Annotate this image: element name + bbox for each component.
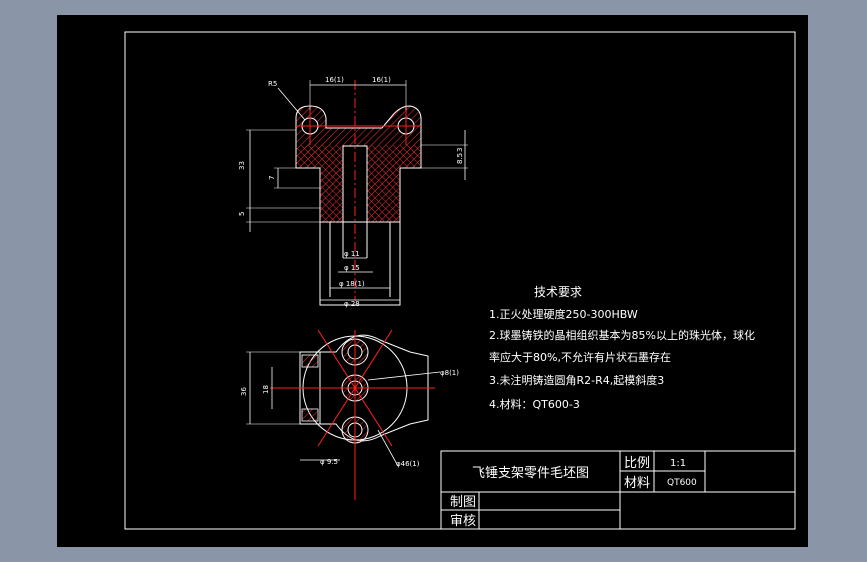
cad-drawing-canvas: 16(1) 16(1) R5 33 7 5 3 8.5 φ 11 φ 15 φ … <box>57 15 808 547</box>
checked-label: 审核 <box>450 514 476 529</box>
tech-req-item-4: 4.材料：QT600-3 <box>489 397 580 411</box>
tech-req-item-2b: 率应大于80%,不允许有片状石墨存在 <box>489 350 671 364</box>
plan-dim-pcd: φ46(1) <box>396 460 420 468</box>
plan-dim-small: φ 9.5 <box>320 458 338 466</box>
tech-req-title: 技术要求 <box>534 285 582 299</box>
plan-dim-center: φ8(1) <box>440 369 459 377</box>
tech-req-item-1: 1.正火处理硬度250-300HBW <box>489 307 638 321</box>
dim-hole-callout: R5 <box>268 80 277 88</box>
drawing-sheet <box>57 15 808 547</box>
dim-top-left: 16(1) <box>325 76 344 84</box>
scale-value: 1:1 <box>670 458 686 469</box>
dim-dia-15: φ 15 <box>344 264 360 272</box>
drawing-name: 飞锤支架零件毛坯图 <box>472 466 589 481</box>
scale-label: 比例 <box>624 456 650 471</box>
dim-height-left: 33 <box>238 161 246 170</box>
plan-dim-height-outer: 36 <box>240 387 248 396</box>
tech-req-item-3: 3.未注明铸造圆角R2-R4,起模斜度3 <box>489 373 664 387</box>
dim-height-bottom: 5 <box>238 212 246 216</box>
plan-dim-height-inner: 18 <box>262 385 270 394</box>
material-value: QT600 <box>667 478 697 488</box>
dim-top-right: 16(1) <box>372 76 391 84</box>
drawn-label: 制图 <box>450 495 476 510</box>
dim-height-right-b: 8.5 <box>456 153 464 164</box>
material-label: 材料 <box>624 476 650 491</box>
tech-req-item-2: 2.球墨铸铁的晶相组织基本为85%以上的珠光体，球化 <box>489 328 755 342</box>
dim-dia-28: φ 28 <box>344 300 360 308</box>
dim-height-step: 7 <box>268 176 276 180</box>
dim-dia-18: φ 18(1) <box>339 280 365 288</box>
dim-dia-11: φ 11 <box>344 250 360 258</box>
dim-height-right-a: 3 <box>456 148 464 152</box>
